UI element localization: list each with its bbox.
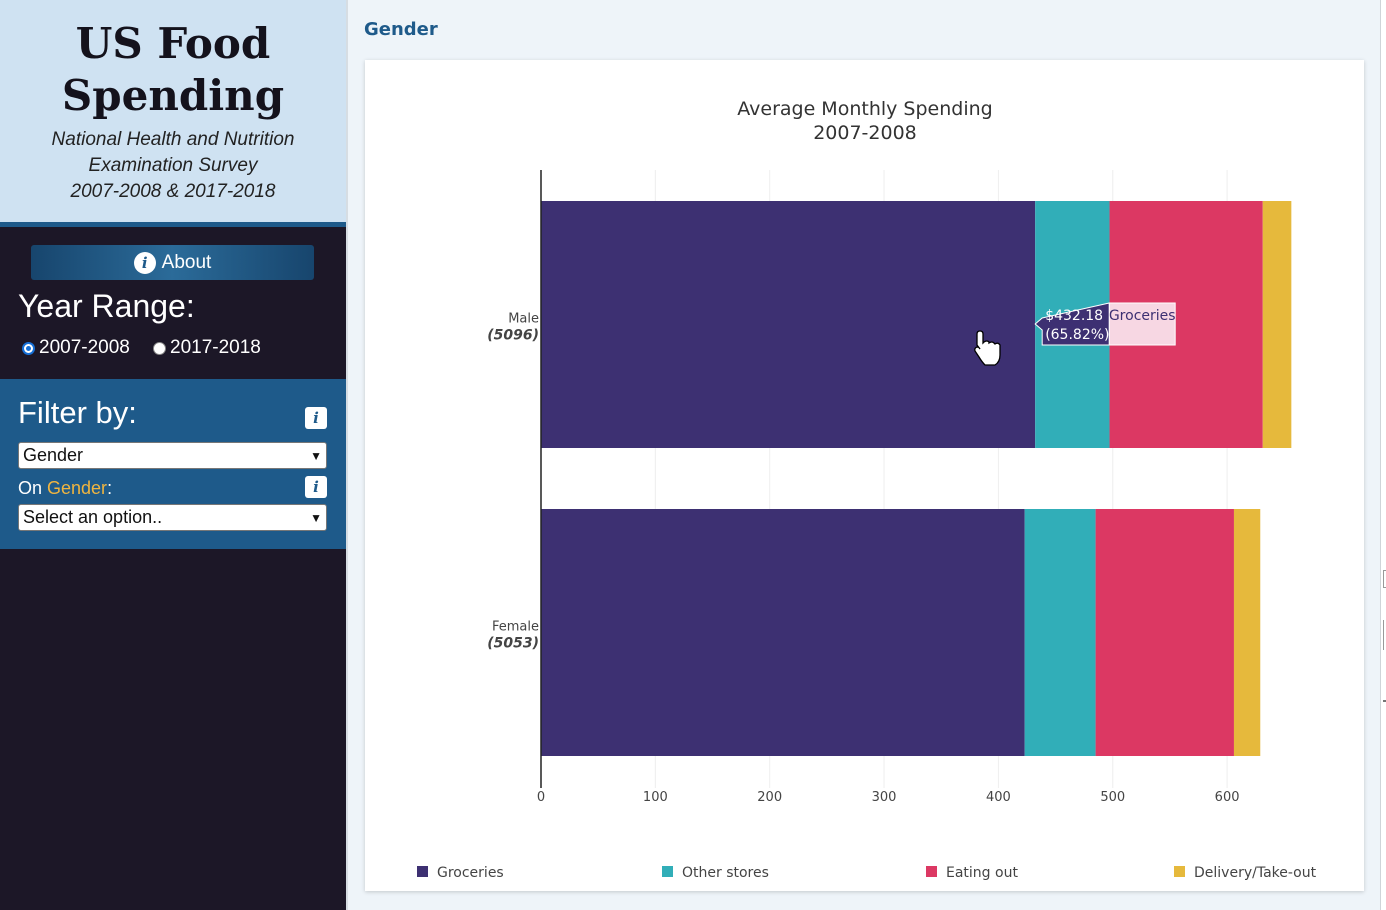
bar-segment: [1024, 509, 1096, 756]
filter-select[interactable]: Gender ▼: [18, 442, 327, 469]
about-button[interactable]: i About: [31, 245, 314, 280]
chart-title: 2007-2008: [813, 122, 917, 144]
subtitle-line: National Health and Nutrition: [51, 129, 295, 150]
sidebar-header: US Food Spending National Health and Nut…: [0, 0, 346, 222]
on-field-label: On Gender:: [18, 478, 112, 499]
year-option-label: 2017-2018: [170, 337, 261, 358]
filter-panel: Filter by: i Gender ▼ On Gender: i Selec…: [0, 379, 346, 549]
subtitle-line: Examination Survey: [88, 155, 258, 176]
x-tick-label: 600: [1215, 790, 1240, 805]
y-tick-label: Male: [508, 312, 539, 327]
filter-select-value: Gender: [23, 445, 84, 465]
main-panel: Gender Average Monthly Spending 2007-2008…: [346, 0, 1386, 910]
bar-segment: [1233, 509, 1261, 756]
radio-button[interactable]: [153, 341, 166, 355]
option-info-icon[interactable]: i: [305, 476, 327, 498]
legend-swatch: [417, 866, 428, 877]
window-edge: [1380, 0, 1386, 910]
legend-swatch: [662, 866, 673, 877]
app-title: US Food Spending: [61, 19, 285, 120]
legend-swatch: [926, 866, 937, 877]
bar-segment: [541, 201, 1036, 448]
app-subtitle: National Health and Nutrition Examinatio…: [0, 127, 346, 205]
sidebar: US Food Spending National Health and Nut…: [0, 0, 346, 910]
on-suffix: :: [107, 478, 113, 498]
bar-segment: [541, 509, 1025, 756]
filter-info-icon[interactable]: i: [305, 407, 327, 429]
spending-chart[interactable]: Average Monthly Spending2007-2008Male(50…: [365, 60, 1364, 891]
info-icon: i: [133, 251, 156, 274]
legend-label: Groceries: [437, 865, 504, 881]
tooltip-series-label: Groceries: [1109, 308, 1176, 324]
year-option-2017-2018[interactable]: 2017-2018: [153, 337, 261, 359]
legend-label: Other stores: [682, 865, 769, 881]
filter-by-label: Filter by:: [18, 395, 137, 430]
bar-segment: [1262, 201, 1292, 448]
year-option-2007-2008[interactable]: 2007-2008: [22, 337, 130, 359]
x-tick-label: 300: [872, 790, 897, 805]
y-tick-count: (5096): [487, 328, 539, 344]
legend-label: Delivery/Take-out: [1194, 865, 1317, 881]
chart-title: Average Monthly Spending: [737, 98, 992, 120]
x-tick-label: 500: [1100, 790, 1125, 805]
tooltip-percent: (65.82%): [1045, 327, 1109, 343]
y-tick-label: Female: [492, 620, 539, 635]
option-select[interactable]: Select an option.. ▼: [18, 504, 327, 531]
x-tick-label: 0: [537, 790, 545, 805]
header-divider: [0, 222, 346, 227]
x-tick-label: 400: [986, 790, 1011, 805]
on-field-name: Gender: [47, 478, 108, 498]
bar-segment: [1095, 509, 1234, 756]
about-label: About: [161, 251, 212, 273]
section-title: Gender: [364, 19, 438, 40]
x-tick-label: 100: [643, 790, 668, 805]
option-select-value: Select an option..: [23, 507, 163, 527]
chevron-down-icon: ▼: [310, 510, 322, 525]
year-option-label: 2007-2008: [39, 337, 130, 358]
chevron-down-icon: ▼: [310, 448, 322, 463]
tooltip-value: $432.18: [1045, 308, 1103, 324]
on-prefix: On: [18, 478, 48, 498]
legend-label: Eating out: [946, 865, 1018, 881]
x-tick-label: 200: [757, 790, 782, 805]
y-tick-count: (5053): [487, 636, 539, 652]
radio-button-checked[interactable]: [22, 341, 35, 355]
chart-card: Average Monthly Spending 2007-2008 Male (50…: [365, 60, 1364, 891]
legend-swatch: [1174, 866, 1185, 877]
subtitle-line: 2007-2008 & 2017-2018: [70, 181, 276, 202]
year-range-label: Year Range:: [18, 288, 195, 324]
